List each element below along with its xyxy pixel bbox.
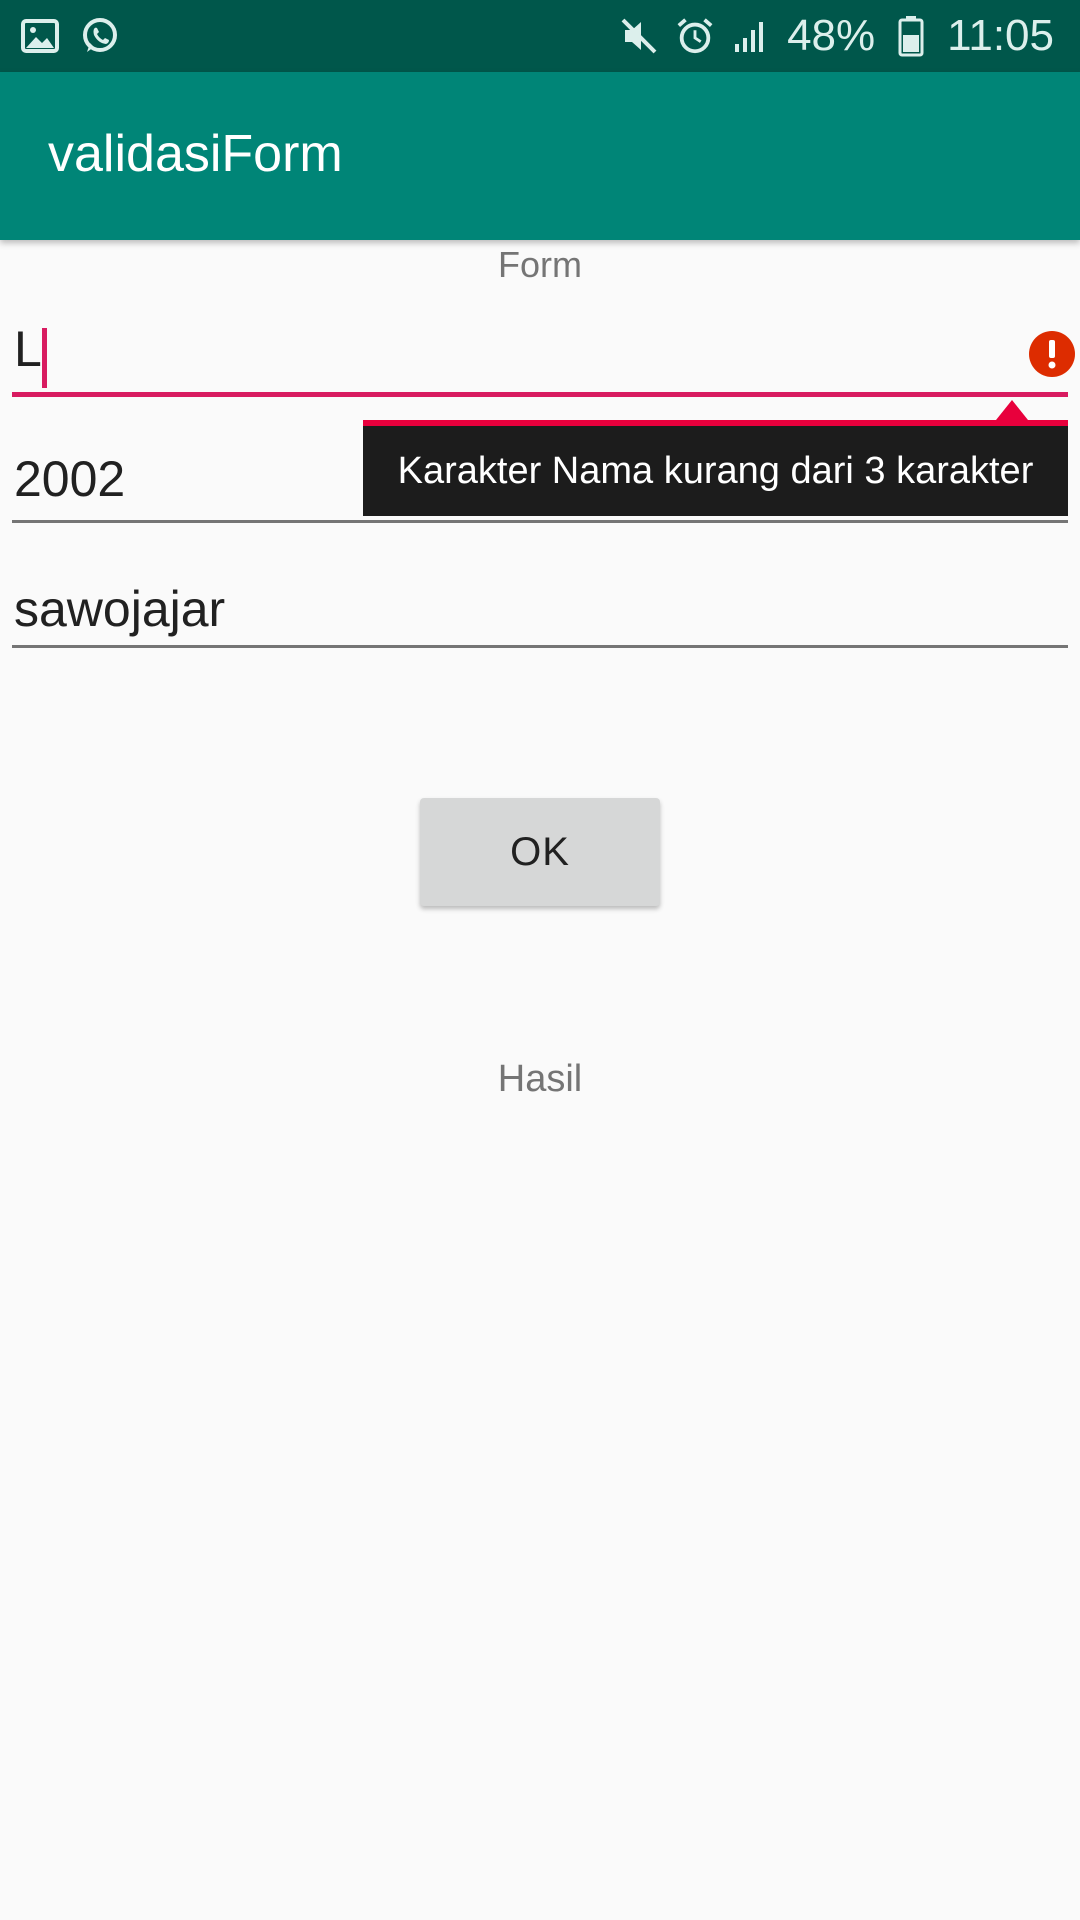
year-input-value: 2002 [14,451,126,507]
name-input-underline [12,392,1068,397]
name-input-value: L [14,321,42,377]
error-tooltip: Karakter Nama kurang dari 3 karakter [363,420,1068,516]
app-title: validasiForm [48,125,343,183]
status-right-icons: 48% 11:05 [619,0,1054,72]
app-bar: validasiForm [0,72,1080,240]
signal-icon [731,14,771,58]
ok-button[interactable]: OK [420,798,660,906]
mute-icon [619,14,659,58]
battery-percent: 48% [787,11,876,60]
ok-button-label: OK [510,829,570,874]
alarm-icon [675,14,715,58]
year-input-underline [12,520,1068,523]
error-icon [1028,330,1076,378]
result-label: Hasil [497,1058,583,1100]
name-input[interactable]: L [12,320,1068,400]
gallery-icon [20,14,60,58]
text-cursor [41,327,47,388]
status-left-icons [20,14,120,58]
address-input-underline [12,645,1068,648]
form-label: Form [498,244,582,285]
clock: 11:05 [947,11,1054,60]
whatsapp-icon [80,14,120,58]
error-tooltip-text: Karakter Nama kurang dari 3 karakter [397,449,1034,492]
battery-icon [891,14,931,58]
tooltip-arrow [996,400,1028,420]
address-input-value: sawojajar [14,581,226,637]
status-bar: 48% 11:05 [0,0,1080,72]
address-input[interactable]: sawojajar [12,580,1068,650]
